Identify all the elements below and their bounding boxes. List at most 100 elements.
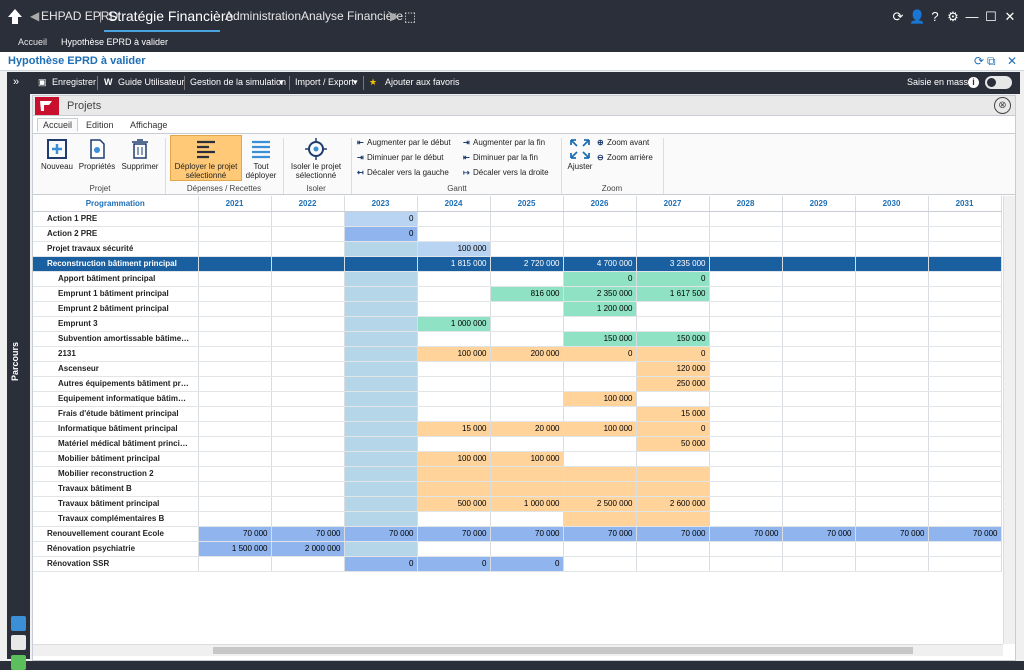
cell-value[interactable] <box>417 211 491 227</box>
cell-value[interactable] <box>198 211 272 227</box>
cell-value[interactable] <box>344 466 418 482</box>
cell-value[interactable]: 4 700 000 <box>563 256 637 272</box>
cell-value[interactable] <box>271 256 345 272</box>
chevron-down-icon[interactable]: ▾ <box>279 77 284 88</box>
cell-value[interactable] <box>928 271 1002 287</box>
cell-value[interactable]: 250 000 <box>636 376 710 392</box>
cell-value[interactable] <box>709 256 783 272</box>
row-name[interactable]: Reconstruction bâtiment principal <box>33 256 199 272</box>
cell-value[interactable]: 816 000 <box>490 286 564 302</box>
cell-value[interactable] <box>271 241 345 257</box>
help-icon[interactable]: ? <box>927 9 943 25</box>
cell-value[interactable] <box>490 391 564 407</box>
cell-value[interactable] <box>855 211 929 227</box>
cell-value[interactable] <box>271 481 345 497</box>
ribbon-tab-accueil[interactable]: Accueil <box>37 118 79 132</box>
save-button[interactable]: Enregistrer <box>52 77 96 87</box>
cell-value[interactable]: 70 000 <box>271 526 345 542</box>
cell-value[interactable] <box>198 421 272 437</box>
cell-value[interactable] <box>417 361 491 377</box>
cell-value[interactable] <box>417 331 491 347</box>
cell-value[interactable] <box>855 451 929 467</box>
cell-value[interactable] <box>490 376 564 392</box>
cell-value[interactable]: 50 000 <box>636 436 710 452</box>
refresh-icon[interactable]: ⟳ <box>890 9 906 25</box>
cell-value[interactable] <box>636 391 710 407</box>
globe-icon[interactable] <box>11 616 26 631</box>
cell-value[interactable] <box>855 316 929 332</box>
cell-value[interactable] <box>782 556 856 572</box>
cell-value[interactable] <box>344 451 418 467</box>
cell-value[interactable] <box>563 511 637 527</box>
settings-icon[interactable]: ⚙ <box>945 9 961 25</box>
cell-value[interactable] <box>198 376 272 392</box>
cell-value[interactable]: 0 <box>344 211 418 227</box>
rail-label[interactable]: Parcours <box>10 342 20 381</box>
cell-value[interactable] <box>417 271 491 287</box>
table-row[interactable]: Emprunt 1 bâtiment principal 816 000 2 350… <box>33 286 1002 302</box>
maximize-icon[interactable]: ☐ <box>983 9 999 25</box>
cell-value[interactable]: 15 000 <box>636 406 710 422</box>
cell-value[interactable] <box>782 481 856 497</box>
shift-left-button[interactable]: ↤ Décaler vers la gauche <box>357 168 449 177</box>
cell-value[interactable]: 100 000 <box>563 421 637 437</box>
cell-value[interactable] <box>271 391 345 407</box>
table-row[interactable]: Emprunt 2 bâtiment principal 1 200 000 <box>33 301 1002 317</box>
cell-value[interactable] <box>709 241 783 257</box>
cell-value[interactable] <box>709 376 783 392</box>
cell-value[interactable] <box>928 256 1002 272</box>
table-row[interactable]: Equipement informatique bâtim… 100 000 <box>33 391 1002 407</box>
row-name[interactable]: Action 2 PRE <box>33 226 199 242</box>
zoom-out-button[interactable]: ⊖ Zoom arrière <box>597 153 653 162</box>
chevron-down-icon[interactable]: ▾ <box>353 77 358 88</box>
nav-strategie-financiere[interactable]: Stratégie Financière <box>108 8 233 24</box>
cell-value[interactable] <box>490 211 564 227</box>
row-name[interactable]: Autres équipements bâtiment pr… <box>33 376 199 392</box>
cell-value[interactable] <box>782 346 856 362</box>
cell-value[interactable] <box>782 301 856 317</box>
cell-value[interactable] <box>271 376 345 392</box>
table-row[interactable]: Ascenseur 120 000 <box>33 361 1002 377</box>
nav-administration[interactable]: Administration <box>225 9 301 23</box>
vertical-scrollbar[interactable] <box>1003 196 1015 644</box>
cell-value[interactable]: 2 500 000 <box>563 496 637 512</box>
cell-value[interactable] <box>782 451 856 467</box>
cell-value[interactable] <box>709 361 783 377</box>
back-arrow-icon[interactable]: ◀ <box>30 9 39 23</box>
cell-value[interactable]: 100 000 <box>417 346 491 362</box>
cell-value[interactable] <box>271 226 345 242</box>
cell-value[interactable] <box>855 496 929 512</box>
import-export-menu[interactable]: Import / Export <box>295 77 354 87</box>
cell-value[interactable] <box>563 376 637 392</box>
cell-value[interactable] <box>928 331 1002 347</box>
cell-value[interactable] <box>782 211 856 227</box>
expand-rail-icon[interactable]: » <box>13 76 19 88</box>
cell-value[interactable] <box>928 211 1002 227</box>
cell-value[interactable] <box>344 256 418 272</box>
cell-value[interactable] <box>782 376 856 392</box>
favorites-button[interactable]: Ajouter aux favoris <box>385 77 460 87</box>
cell-value[interactable] <box>709 436 783 452</box>
table-row[interactable]: Action 1 PRE 0 <box>33 211 1002 227</box>
row-name[interactable]: Emprunt 3 <box>33 316 199 332</box>
zoom-in-button[interactable]: ⊕ Zoom avant <box>597 138 649 147</box>
cell-value[interactable] <box>855 331 929 347</box>
cell-value[interactable] <box>271 286 345 302</box>
cell-value[interactable] <box>709 391 783 407</box>
cell-value[interactable] <box>198 406 272 422</box>
cell-value[interactable] <box>636 511 710 527</box>
cell-value[interactable]: 500 000 <box>417 496 491 512</box>
cell-value[interactable]: 0 <box>636 421 710 437</box>
cell-value[interactable] <box>636 316 710 332</box>
cell-value[interactable] <box>855 226 929 242</box>
cell-value[interactable] <box>928 376 1002 392</box>
table-row[interactable]: Matériel médical bâtiment princi… 50 000 <box>33 436 1002 452</box>
row-name[interactable]: Action 1 PRE <box>33 211 199 227</box>
cell-value[interactable]: 2 720 000 <box>490 256 564 272</box>
cell-value[interactable] <box>928 241 1002 257</box>
cell-value[interactable] <box>709 286 783 302</box>
decrease-start-button[interactable]: ⇥ Diminuer par le début <box>357 153 443 162</box>
cell-value[interactable]: 0 <box>636 346 710 362</box>
cell-value[interactable] <box>271 451 345 467</box>
cell-value[interactable] <box>344 406 418 422</box>
